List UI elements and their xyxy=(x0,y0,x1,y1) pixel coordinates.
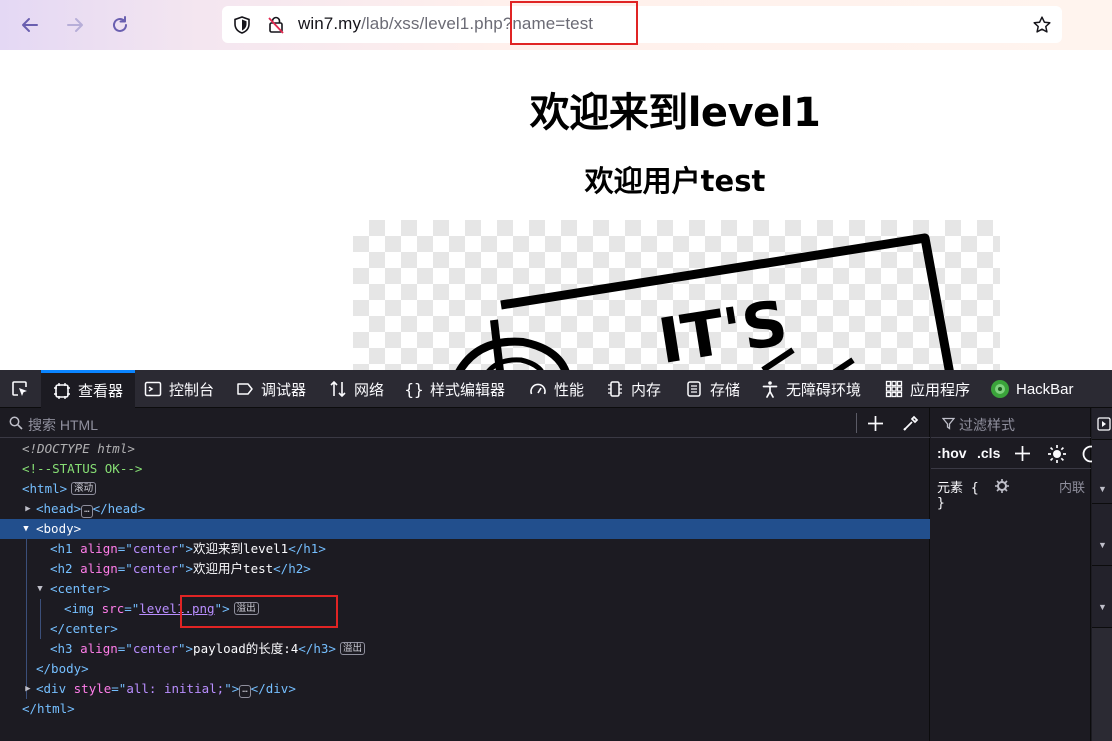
devtools-tabbar: 查看器 控制台 调试器 网络 {} 样式编辑器 性能 内存 存储 无障碍环境 应… xyxy=(0,370,1112,408)
eyedropper-icon[interactable] xyxy=(902,414,920,432)
expand-arrow-icon[interactable]: ▶ xyxy=(22,499,34,519)
overflow-badge[interactable]: 溢出 xyxy=(339,642,365,655)
page-content: 欢迎来到level1 欢迎用户test IT'S xyxy=(0,50,1112,370)
accessibility-icon xyxy=(760,379,780,399)
url-bar[interactable]: win7.my/lab/xss/level1.php?name=test xyxy=(222,6,1062,43)
tab-application[interactable]: 应用程序 xyxy=(884,370,970,408)
shield-icon[interactable] xyxy=(232,15,252,35)
hackbar-icon xyxy=(990,379,1010,399)
tab-debugger[interactable]: 调试器 xyxy=(235,370,306,408)
tree-line-head[interactable]: ▶ <head>… </head> xyxy=(0,499,930,519)
element-rule-selector: 元素 { xyxy=(937,481,979,496)
debugger-icon xyxy=(235,379,255,399)
rules-filter-bar: 过滤样式 xyxy=(931,408,1091,438)
application-icon xyxy=(884,379,904,399)
ellipsis-icon[interactable]: … xyxy=(239,685,251,698)
back-button[interactable] xyxy=(15,10,45,40)
rules-toolbar: :hov .cls xyxy=(931,439,1100,469)
tab-inspector[interactable]: 查看器 xyxy=(41,370,135,408)
element-rule-close: } xyxy=(937,496,945,511)
tab-hackbar[interactable]: HackBar xyxy=(990,370,1074,408)
tree-line-h2[interactable]: <h2 align="center">欢迎用户test</h2> xyxy=(0,559,930,579)
collapse-arrow-icon[interactable]: ▼ xyxy=(34,579,46,599)
tree-line-body[interactable]: ▼ <body> xyxy=(0,519,930,539)
scroll-badge[interactable]: 滚动 xyxy=(71,482,97,495)
element-picker-icon xyxy=(12,381,27,396)
tree-line-h3[interactable]: <h3 align="center">payload的长度:4</h3> 溢出 xyxy=(0,639,930,659)
chevron-down-icon[interactable]: ▼ xyxy=(1098,602,1107,612)
add-node-icon[interactable] xyxy=(867,415,884,432)
network-icon xyxy=(328,379,348,399)
performance-icon xyxy=(528,379,548,399)
reload-icon xyxy=(113,16,127,32)
style-editor-icon: {} xyxy=(404,379,424,399)
browser-toolbar: win7.my/lab/xss/level1.php?name=test xyxy=(0,0,1112,50)
memory-icon xyxy=(605,379,625,399)
tab-memory[interactable]: 内存 xyxy=(605,370,661,408)
level1-image: IT'S xyxy=(353,220,1000,370)
page-heading-h2: 欢迎用户test xyxy=(584,164,766,198)
markup-view: 搜索 HTML <!DOCTYPE html> <!--STATUS OK-->… xyxy=(0,408,930,741)
side-section-3: ▼ xyxy=(1092,566,1112,628)
expand-arrow-icon[interactable]: ▶ xyxy=(22,679,34,699)
hov-toggle[interactable]: :hov xyxy=(937,445,967,461)
page-heading-h1: 欢迎来到level1 xyxy=(529,90,821,136)
tree-line-h1[interactable]: <h1 align="center">欢迎来到level1</h1> xyxy=(0,539,930,559)
sidebar-toggle-icon[interactable] xyxy=(1097,417,1111,431)
tab-console[interactable]: 控制台 xyxy=(143,370,214,408)
tree-line-div[interactable]: ▶ <div style="all: initial;">… </div> xyxy=(0,679,930,699)
tree-line-center[interactable]: ▼ <center> xyxy=(0,579,930,599)
inline-label: 内联 xyxy=(1059,481,1086,496)
tree-line-img[interactable]: <img src="level1.png"> 溢出 xyxy=(0,599,930,619)
add-rule-icon[interactable] xyxy=(1014,445,1031,462)
image-text: IT'S xyxy=(654,286,793,370)
arrow-left-icon xyxy=(22,18,38,32)
collapse-arrow-icon[interactable]: ▼ xyxy=(20,519,32,539)
inspector-icon xyxy=(52,381,72,401)
reload-button[interactable] xyxy=(105,10,135,40)
tree-line-body-close[interactable]: </body> xyxy=(0,659,930,679)
insecure-lock-icon[interactable] xyxy=(266,15,286,35)
tab-storage[interactable]: 存储 xyxy=(684,370,740,408)
ellipsis-icon[interactable]: … xyxy=(81,505,93,518)
side-section-1: ▼ xyxy=(1092,440,1112,504)
element-picker-button[interactable] xyxy=(0,370,40,408)
gear-icon[interactable] xyxy=(994,478,1010,494)
side-section-2: ▼ xyxy=(1092,504,1112,566)
chevron-down-icon[interactable]: ▼ xyxy=(1098,540,1107,550)
arrow-right-icon xyxy=(67,18,83,32)
light-mode-icon[interactable] xyxy=(1047,444,1067,464)
rules-filter-input[interactable]: 过滤样式 xyxy=(959,415,1015,435)
tree-line-comment[interactable]: <!--STATUS OK--> xyxy=(0,459,930,479)
tree-line-html-close[interactable]: </html> xyxy=(0,699,930,719)
cls-toggle[interactable]: .cls xyxy=(977,445,1000,461)
url-host: win7.my xyxy=(298,14,362,33)
devtools-panel: 查看器 控制台 调试器 网络 {} 样式编辑器 性能 内存 存储 无障碍环境 应… xyxy=(0,370,1112,741)
tab-performance[interactable]: 性能 xyxy=(528,370,584,408)
tab-accessibility[interactable]: 无障碍环境 xyxy=(760,370,861,408)
side-panel-header xyxy=(1092,408,1112,440)
chevron-down-icon[interactable]: ▼ xyxy=(1098,484,1107,494)
rules-panel: 过滤样式 :hov .cls 元素 { 内联 } xyxy=(931,408,1100,741)
storage-icon xyxy=(684,379,704,399)
console-icon xyxy=(143,379,163,399)
tree-line-doctype[interactable]: <!DOCTYPE html> xyxy=(0,439,930,459)
html-search-bar: 搜索 HTML xyxy=(0,408,930,438)
tab-style-editor[interactable]: {} 样式编辑器 xyxy=(404,370,505,408)
tree-line-html[interactable]: <html> 滚动 xyxy=(0,479,930,499)
tab-network[interactable]: 网络 xyxy=(328,370,384,408)
its-sign-drawing: IT'S xyxy=(455,233,954,370)
devtools-side-panel: ▼ ▼ ▼ xyxy=(1092,408,1112,741)
search-icon xyxy=(9,416,23,430)
forward-button[interactable] xyxy=(60,10,90,40)
html-search-input[interactable]: 搜索 HTML xyxy=(28,415,98,435)
star-icon[interactable] xyxy=(1032,15,1052,35)
filter-icon xyxy=(942,417,955,430)
url-query-highlight xyxy=(510,1,638,45)
search-separator xyxy=(856,413,857,433)
h2-text-highlight xyxy=(180,595,338,628)
tree-line-center-close[interactable]: </center> xyxy=(0,619,930,639)
